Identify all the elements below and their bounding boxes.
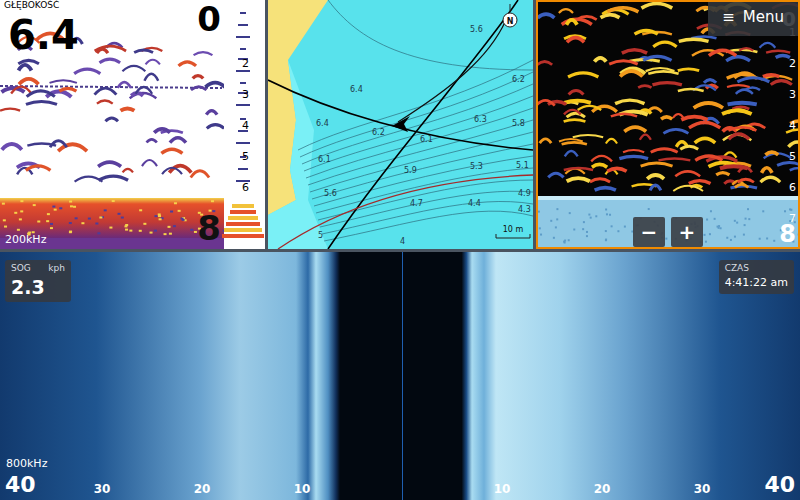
selection-frame: [536, 0, 800, 249]
sidescan-panel[interactable]: SOG kph 2.3 CZAS 4:41:22 am 800kHz 40 40 30 20 10 1…: [0, 252, 800, 500]
time-value: 4:41:22 am: [725, 276, 788, 290]
depth-tick: 6: [242, 182, 249, 194]
depth-sounding: 6.3: [474, 115, 487, 124]
depth-sounding: 6.4: [350, 85, 363, 94]
depth-tick: 6: [789, 182, 796, 194]
depth-title: GŁĘBOKOŚĆ: [2, 0, 61, 11]
depth-reading: 6.4: [8, 12, 79, 58]
range-left: 40: [5, 472, 36, 498]
scale-bar: [496, 234, 530, 238]
downscan-panel[interactable]: 012345678≡Menu−+: [536, 0, 800, 249]
depth-tick: 5: [789, 151, 796, 163]
depth-tick: 2: [789, 58, 796, 70]
depth-sounding: 6.1: [420, 135, 433, 144]
menu-button[interactable]: ≡ Menu: [708, 0, 800, 36]
depth-sounding: 4: [400, 237, 405, 246]
depth-sounding: 4.4: [468, 199, 481, 208]
chart-panel[interactable]: 6.4 6.4 6.2 6.1 6.1 6.3 5.8 6.2 5.6 5.9 5.3 5.1 4.9 4…: [268, 0, 533, 249]
nautical-chart: 6.4 6.4 6.2 6.1 6.1 6.3 5.8 6.2 5.6 5.9 5.3 5.1 4.9 4…: [268, 0, 533, 249]
speed-value: 2.3: [11, 276, 65, 298]
depth-tick: 4: [789, 120, 796, 132]
depth-sounding: 5: [318, 231, 323, 240]
time-box: CZAS 4:41:22 am: [719, 260, 794, 294]
time-label: CZAS: [725, 263, 749, 274]
depth-tick: 5: [242, 151, 249, 163]
range-tick: 10: [494, 482, 511, 496]
depth-sounding: 5.6: [324, 189, 337, 198]
range-top: 0: [197, 0, 221, 38]
depth-sounding: 5.9: [404, 166, 417, 175]
zoom-controls: −+: [633, 217, 703, 247]
speed-label: SOG: [11, 263, 31, 274]
depth-sounding: 5.6: [470, 25, 483, 34]
downscan-echo-chart: [536, 0, 800, 249]
depth-sounding: 5.3: [470, 162, 483, 171]
depth-sounding: 6.2: [372, 128, 385, 137]
speed-unit: kph: [48, 263, 65, 274]
menu-label: Menu: [743, 8, 784, 26]
sonar-panel[interactable]: GŁĘBOKOŚĆ6.4 0 2 3 4 5 6 8 200kHz: [0, 0, 265, 249]
depth-sounding: 5.8: [512, 119, 525, 128]
zoom-out-button[interactable]: −: [633, 217, 665, 247]
frequency-label: 800kHz: [6, 457, 47, 470]
depth-sounding: 6.4: [316, 119, 329, 128]
depth-sounding: 4.9: [518, 189, 531, 198]
depth-sounding: 6.1: [318, 155, 331, 164]
depth-sounding: 5.1: [516, 161, 529, 170]
zoom-in-button[interactable]: +: [671, 217, 703, 247]
depth-sounding: 6.2: [512, 75, 525, 84]
scale-label: 10 m: [503, 225, 524, 234]
fishfinder-screen: GŁĘBOKOŚĆ6.40234568200kHz6.46.46.26.16.1…: [0, 0, 800, 500]
depth-tick: 2: [242, 58, 249, 70]
depth-sounding: 4.7: [410, 199, 423, 208]
range-tick: 10: [294, 482, 311, 496]
speed-box: SOG kph 2.3: [5, 260, 71, 302]
frequency-label: 200kHz: [5, 233, 46, 246]
north-label: N: [507, 17, 514, 26]
range-bottom: 8: [779, 221, 796, 247]
depth-sounding: 4.3: [518, 205, 531, 214]
range-bottom: 8: [197, 209, 221, 247]
range-right: 40: [764, 472, 795, 498]
range-tick: 20: [194, 482, 211, 496]
range-tick: 30: [694, 482, 711, 496]
menu-icon: ≡: [722, 8, 735, 26]
top-panels: GŁĘBOKOŚĆ6.40234568200kHz6.46.46.26.16.1…: [0, 0, 800, 249]
range-tick: 20: [594, 482, 611, 496]
center-line: [402, 252, 403, 500]
depth-tick: 3: [242, 89, 249, 101]
depth-tick: 4: [242, 120, 249, 132]
compass-icon: [503, 13, 517, 27]
depth-tick: 3: [789, 89, 796, 101]
range-tick: 30: [94, 482, 111, 496]
